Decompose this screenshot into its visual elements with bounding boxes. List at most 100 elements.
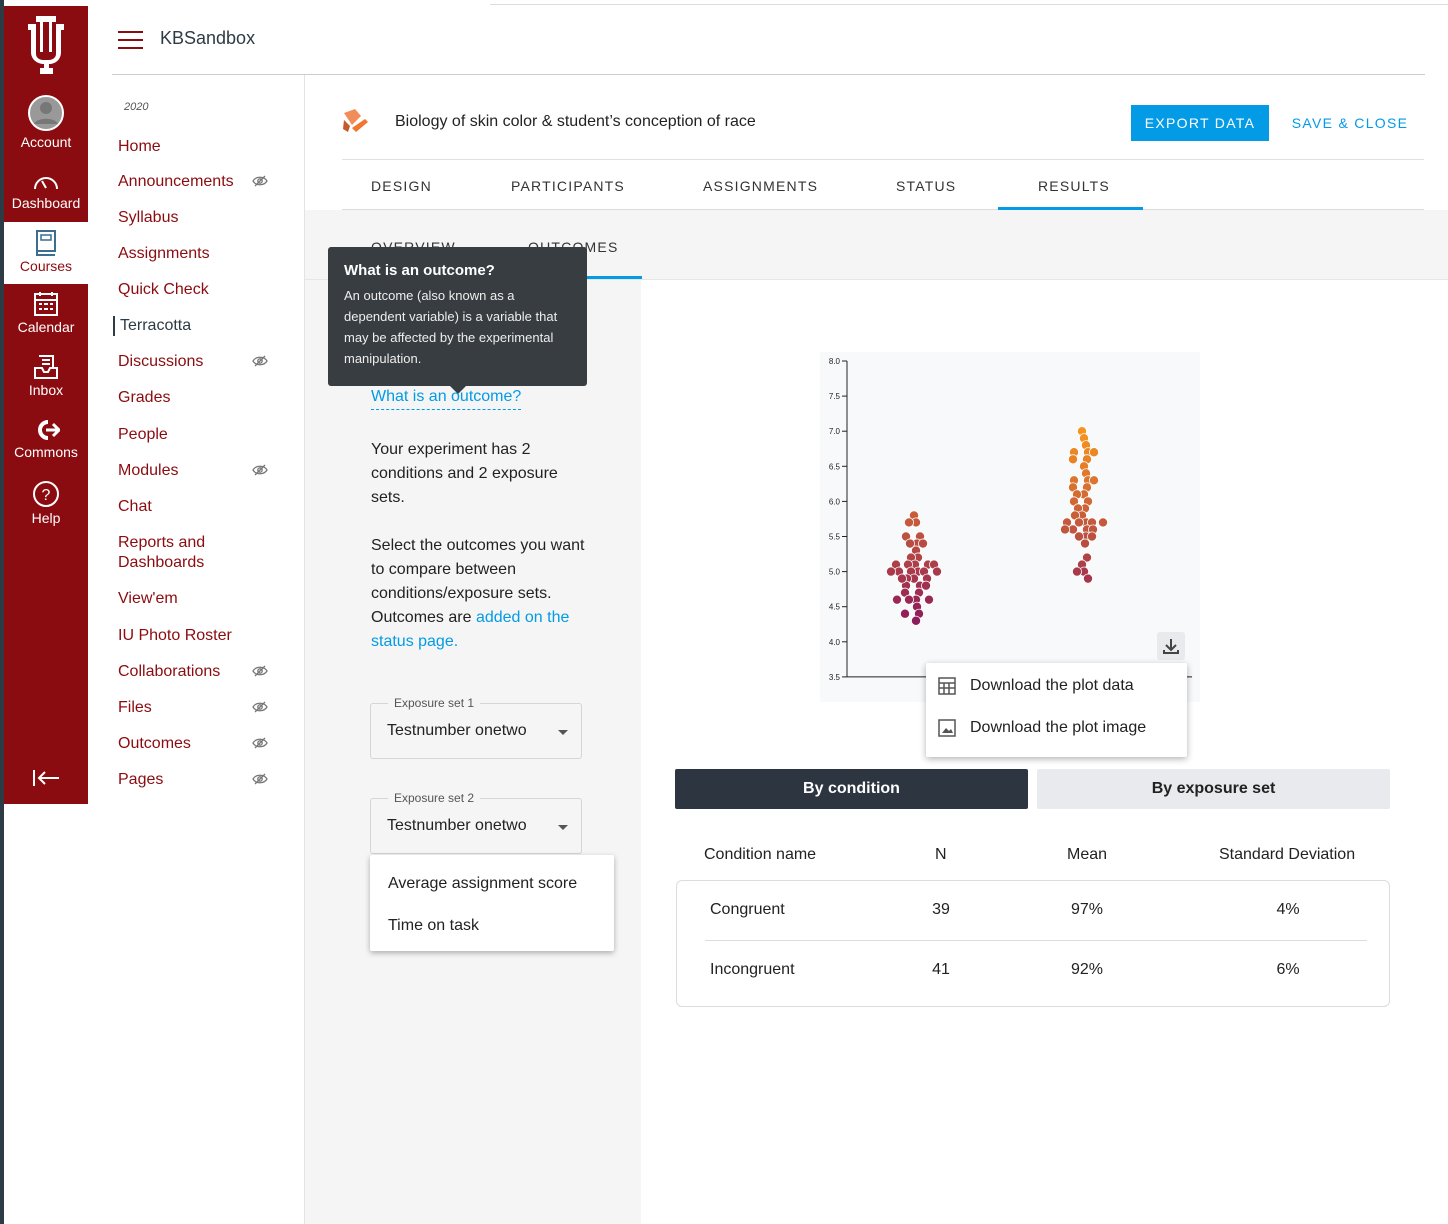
- table-cell: 39: [932, 901, 950, 918]
- course-nav-item[interactable]: Collaborations: [118, 662, 268, 682]
- exposure-set-1-select[interactable]: Exposure set 1 Testnumber onetwo: [370, 696, 582, 759]
- course-nav-item[interactable]: Modules: [118, 461, 268, 481]
- nav-item-label: Home: [118, 138, 161, 155]
- data-point: [904, 517, 915, 528]
- table-cell: 41: [932, 961, 950, 978]
- nav-item-label: Announcements: [118, 173, 234, 190]
- svg-text:?: ?: [42, 487, 51, 504]
- course-nav-item[interactable]: Home: [118, 137, 161, 157]
- nav-account[interactable]: Account: [4, 94, 88, 150]
- course-nav-item[interactable]: Assignments: [118, 244, 210, 264]
- column-header-mean: Mean: [1067, 846, 1108, 863]
- nav-item-label: Modules: [118, 462, 179, 479]
- data-point: [1071, 566, 1082, 577]
- inbox-icon: [34, 355, 58, 379]
- course-menu-toggle[interactable]: [118, 31, 143, 54]
- hidden-eye-icon: [252, 355, 268, 367]
- iu-logo[interactable]: [4, 14, 88, 78]
- course-nav: 2020 Home Announcements Syllabus Assignment…: [112, 75, 305, 1224]
- outcome-scatter-chart: 3.5 4.0 4.5 5.0 5.5 6.0 6.5 7.0 7.5 8.0: [820, 352, 1200, 702]
- tab-assignments[interactable]: ASSIGNMENTS: [703, 178, 818, 194]
- download-plot-button[interactable]: [1157, 632, 1185, 660]
- download-icon: [1163, 639, 1179, 654]
- course-nav-item[interactable]: Grades: [118, 388, 170, 408]
- y-tick-label: 5.5: [829, 533, 841, 542]
- calendar-icon: [34, 292, 58, 316]
- term-label: 2020: [124, 101, 149, 113]
- tooltip: What is an outcome? An outcome (also kno…: [328, 247, 587, 386]
- data-point: [892, 594, 903, 605]
- course-nav-item[interactable]: Quick Check: [118, 280, 209, 300]
- menu-item-time-on-task[interactable]: Time on task: [388, 917, 479, 935]
- hidden-eye-icon: [252, 464, 268, 476]
- nav-item-label: Syllabus: [118, 209, 179, 226]
- tab-participants[interactable]: PARTICIPANTS: [511, 178, 625, 194]
- breadcrumb-course[interactable]: KBSandbox: [160, 28, 255, 49]
- course-nav-item[interactable]: Reports and Dashboards: [118, 533, 228, 573]
- row-divider: [705, 940, 1367, 941]
- download-plot-image[interactable]: Download the plot image: [938, 719, 1146, 737]
- download-plot-data[interactable]: Download the plot data: [938, 677, 1134, 695]
- active-tab-indicator: [998, 207, 1143, 210]
- course-nav-item[interactable]: Chat: [118, 497, 152, 517]
- what-is-outcome-link[interactable]: What is an outcome?: [371, 388, 522, 410]
- data-point: [918, 538, 929, 549]
- export-data-button[interactable]: EXPORT DATA: [1131, 105, 1269, 141]
- column-header-sd: Standard Deviation: [1219, 846, 1356, 863]
- course-nav-item[interactable]: Pages: [118, 770, 268, 790]
- nav-commons[interactable]: Commons: [4, 418, 88, 460]
- data-point: [1086, 531, 1097, 542]
- collapse-nav-button[interactable]: [4, 768, 88, 790]
- nav-item-label: IU Photo Roster: [118, 627, 232, 644]
- data-point: [924, 594, 935, 605]
- nav-calendar[interactable]: Calendar: [4, 291, 88, 335]
- instructions-text: Select the outcomes you want to compare …: [371, 534, 586, 654]
- by-exposure-set-toggle[interactable]: By exposure set: [1037, 769, 1390, 809]
- data-point: [911, 615, 922, 626]
- course-nav-item[interactable]: Files: [118, 698, 268, 718]
- nav-courses[interactable]: Courses: [4, 222, 88, 284]
- y-tick-label: 8.0: [829, 357, 841, 366]
- y-tick-label: 7.5: [829, 392, 841, 401]
- y-tick-label: 4.5: [829, 603, 841, 612]
- course-nav-item[interactable]: View'em: [118, 589, 178, 609]
- course-nav-item[interactable]: Terracotta: [113, 316, 191, 336]
- tab-design[interactable]: DESIGN: [371, 178, 432, 194]
- course-nav-item[interactable]: Announcements: [118, 172, 268, 192]
- tab-results[interactable]: RESULTS: [1038, 178, 1110, 194]
- tooltip-title: What is an outcome?: [344, 262, 495, 279]
- data-point: [921, 580, 932, 591]
- table-cell: 6%: [1276, 961, 1300, 978]
- data-point: [1067, 454, 1078, 465]
- save-close-button[interactable]: SAVE & CLOSE: [1284, 105, 1416, 141]
- divider: [342, 209, 1424, 210]
- iu-trident-icon: [28, 16, 64, 74]
- y-tick-label: 4.0: [829, 638, 841, 647]
- nav-item-label: People: [118, 426, 168, 443]
- table-cell: 97%: [1070, 901, 1104, 918]
- select-label: Exposure set 2: [388, 791, 481, 805]
- hidden-eye-icon: [252, 737, 268, 749]
- nav-dashboard[interactable]: Dashboard: [4, 171, 88, 211]
- select-value: Testnumber onetwo: [387, 722, 527, 739]
- course-nav-item[interactable]: Outcomes: [118, 734, 268, 754]
- terracotta-logo-icon: [343, 109, 368, 132]
- course-nav-item[interactable]: People: [118, 425, 168, 445]
- menu-item-average-assignment-score[interactable]: Average assignment score: [388, 875, 577, 893]
- course-nav-item[interactable]: Syllabus: [118, 208, 178, 228]
- nav-item-label: Outcomes: [118, 735, 191, 752]
- nav-item-label: Chat: [118, 498, 152, 515]
- nav-label: Calendar: [17, 319, 75, 335]
- table-icon: [938, 677, 956, 695]
- nav-help[interactable]: ? Help: [4, 480, 88, 526]
- course-nav-item[interactable]: Discussions: [118, 352, 268, 372]
- menu-label: Download the plot image: [970, 719, 1147, 736]
- by-condition-toggle[interactable]: By condition: [675, 769, 1028, 809]
- nav-item-label: View'em: [118, 590, 178, 607]
- data-point: [1097, 517, 1108, 528]
- tab-status[interactable]: STATUS: [896, 178, 956, 194]
- nav-inbox[interactable]: Inbox: [4, 354, 88, 398]
- course-nav-item[interactable]: IU Photo Roster: [118, 626, 232, 646]
- y-tick-label: 6.5: [829, 462, 841, 471]
- exposure-set-2-select[interactable]: Exposure set 2 Testnumber onetwo: [370, 791, 582, 854]
